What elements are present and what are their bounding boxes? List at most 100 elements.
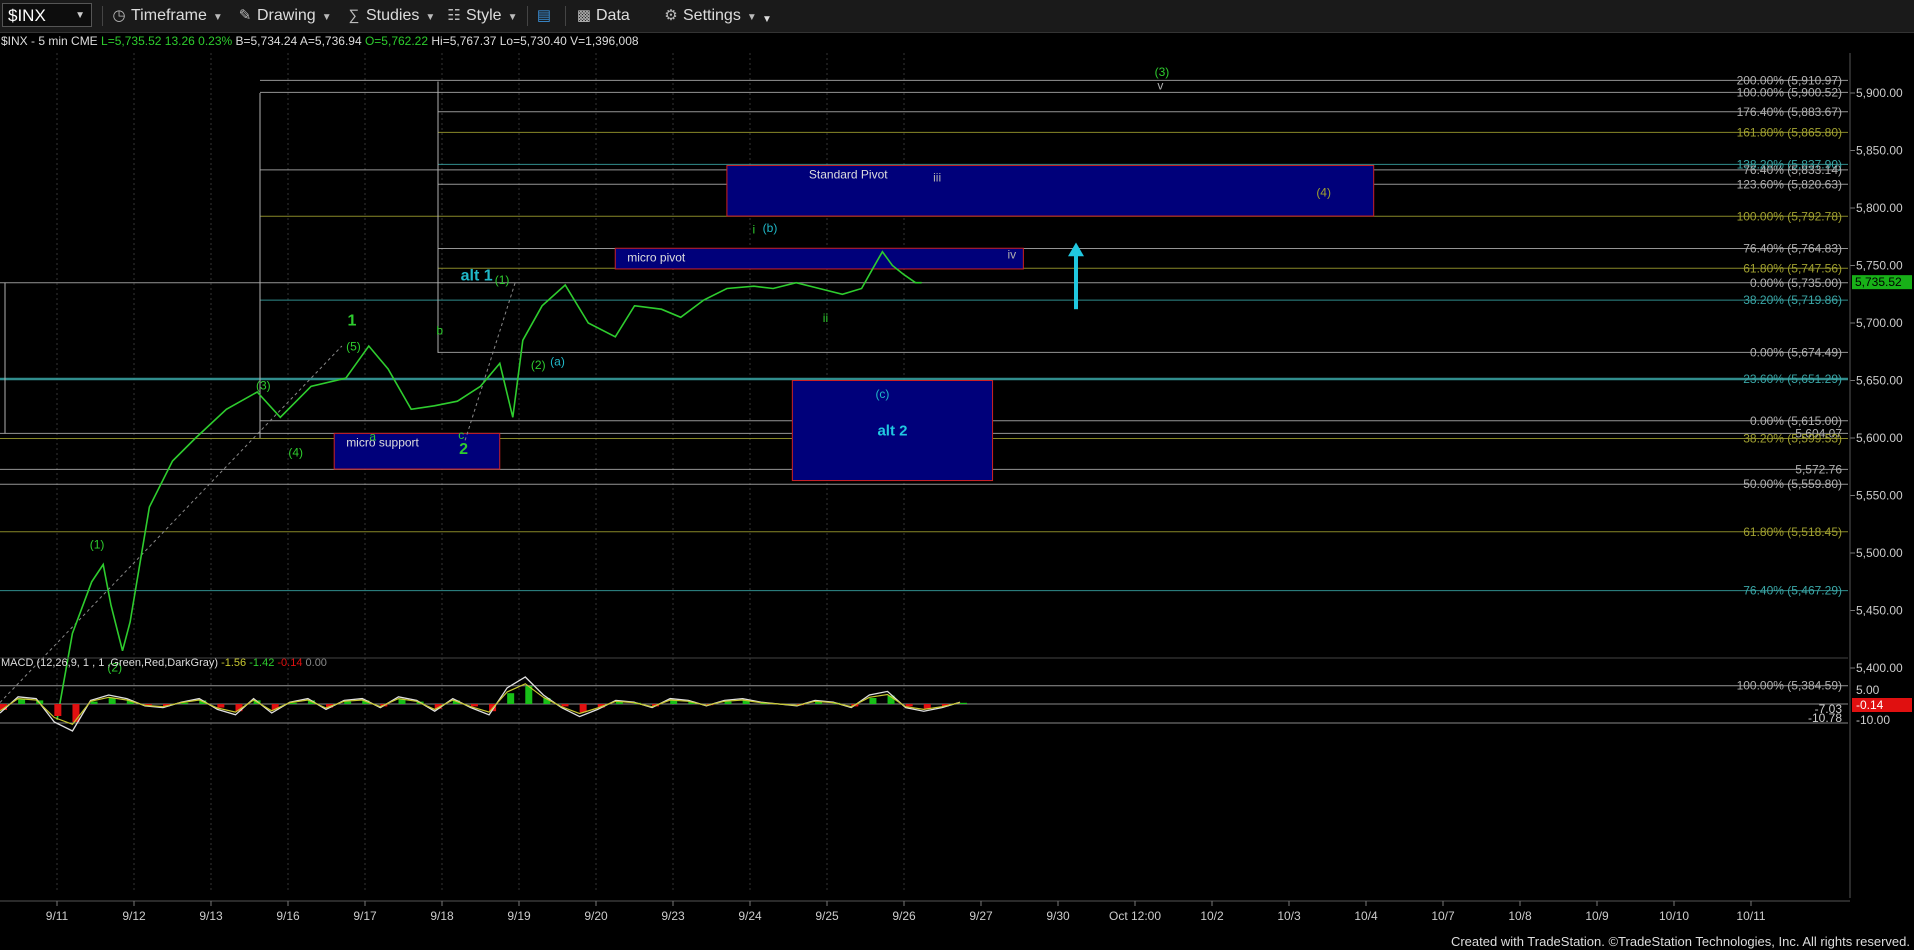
wave-label: (1) (90, 537, 105, 551)
chevron-down-icon: ▼ (321, 12, 332, 23)
symbol-input[interactable]: $INX ▼ (2, 3, 92, 27)
macd-histogram-bar (18, 699, 26, 704)
wave-label: (5) (346, 340, 361, 354)
wave-label: alt 1 (461, 267, 493, 284)
zone-micro-support: micro support (333, 432, 501, 470)
data-label: Data (596, 7, 630, 24)
header-field: B=5,734.24 (236, 34, 300, 48)
bar-chart-icon: ▩ (576, 7, 592, 24)
wave-label: 1 (347, 312, 356, 329)
header-field: O=5,762.22 (365, 34, 431, 48)
macd-axis-label: -10.78 (1808, 711, 1842, 725)
wave-label: (b) (763, 221, 778, 235)
macd-histogram-bar (507, 693, 515, 704)
macd-histogram-bar (905, 704, 913, 707)
x-tick-label: 10/7 (1431, 909, 1455, 923)
x-tick-label: 9/16 (276, 909, 300, 923)
fib-level-label: 38.20% (5,599.53) (1743, 432, 1842, 446)
macd-axis-label: -10.00 (1856, 713, 1890, 727)
data-button[interactable]: ▩ Data (575, 4, 630, 28)
overflow-chevron-icon[interactable]: ▼ (762, 8, 772, 32)
fib-level-label: 0.00% (5,674.49) (1750, 345, 1842, 359)
y-tick-label: 5,600.00 (1856, 431, 1903, 445)
x-tick-label: 9/13 (199, 909, 223, 923)
x-tick-label: 10/4 (1354, 909, 1378, 923)
macd-histogram-bar (724, 701, 732, 704)
wave-label: (1) (495, 273, 510, 287)
wave-label: iv (1007, 248, 1016, 262)
x-tick-label: 9/23 (661, 909, 685, 923)
toolbar: $INX ▼ ◷ Timeframe ▼ ✎ Drawing ▼ ∑ Studies ▼ ☷ S… (0, 0, 1914, 33)
style-label: Style (466, 7, 502, 24)
trendline (0, 345, 343, 703)
macd-histogram-bar (108, 698, 116, 704)
x-tick-label: 9/12 (122, 909, 146, 923)
drawing-button[interactable]: ✎ Drawing ▼ (236, 4, 332, 28)
fib-level-label: 50.00% (5,559.80) (1743, 477, 1842, 491)
wave-label: (4) (1316, 186, 1331, 200)
wave-label: (a) (550, 355, 565, 369)
macd-histogram-bar (54, 704, 62, 716)
x-tick-label: 9/11 (46, 909, 69, 923)
header-field: Hi=5,767.37 (431, 34, 499, 48)
wave-label: (2) (531, 358, 546, 372)
price-header: $INX - 5 min CME L=5,735.52 13.26 0.23% … (1, 34, 639, 48)
pencil-icon: ✎ (238, 7, 252, 24)
price-chart[interactable]: $INX - 5 min CME L=5,735.52 13.26 0.23% … (0, 33, 1914, 930)
macd-histogram-bar (561, 704, 569, 707)
wave-label: (c) (875, 387, 889, 401)
zone-micro-pivot: micro pivot (614, 247, 1024, 270)
fib-level-label: 161.80% (5,865.80) (1737, 125, 1842, 139)
fib-level-label: 61.80% (5,747.56) (1743, 261, 1842, 275)
timeframe-button[interactable]: ◷ Timeframe ▼ (110, 4, 222, 28)
chevron-down-icon: ▼ (507, 12, 518, 23)
macd-histogram-bar (90, 701, 98, 704)
y-tick-label: 5,500.00 (1856, 546, 1903, 560)
x-tick-label: Oct 12:00 (1109, 909, 1161, 923)
header-field: CME (68, 34, 101, 48)
toolbar-divider (102, 6, 103, 26)
studies-button[interactable]: ∑ Studies ▼ (345, 4, 436, 28)
y-tick-label: 5,900.00 (1856, 86, 1903, 100)
macd-header-field: -1.42 (249, 657, 277, 669)
fib-level-label: 5,572.76 (1795, 462, 1842, 476)
header-field: L=5,735.52 (101, 34, 165, 48)
wave-label: (4) (288, 445, 303, 459)
fib-level-label: 100.00% (5,792.78) (1737, 209, 1842, 223)
y-tick-label: 5,700.00 (1856, 316, 1903, 330)
toolbar-divider (565, 6, 566, 26)
header-field: Lo=5,730.40 (500, 34, 570, 48)
zone-standard-pivot: Standard Pivot (726, 164, 1375, 217)
chevron-down-icon: ▼ (746, 12, 757, 23)
style-button[interactable]: ☷ Style ▼ (445, 4, 517, 28)
fib-level-label: 100.00% (5,900.52) (1737, 85, 1842, 99)
x-tick-label: 10/10 (1659, 909, 1689, 923)
x-tick-label: 10/8 (1508, 909, 1532, 923)
y-tick-label: 5,850.00 (1856, 144, 1903, 158)
settings-button[interactable]: ⚙ Settings ▼ (662, 4, 757, 28)
symbol-text: $INX (8, 6, 46, 25)
zone-label: micro support (346, 435, 419, 449)
fib-level-label: 38.20% (5,719.86) (1743, 293, 1842, 307)
macd-header-field: -1.56 (221, 657, 249, 669)
macd-axis-label: 5.00 (1856, 683, 1880, 697)
panels-button[interactable]: ▤ (535, 4, 556, 28)
chevron-down-icon[interactable]: ▼ (75, 4, 85, 28)
wave-label: (3) (1155, 65, 1170, 79)
zone-alt-2: alt 2 (791, 380, 994, 482)
x-tick-label: 9/27 (969, 909, 993, 923)
studies-label: Studies (366, 7, 420, 24)
macd-histogram-bar (960, 702, 967, 704)
wave-label: 2 (459, 441, 468, 458)
header-field: A=5,736.94 (300, 34, 365, 48)
fib-level-label: 61.80% (5,518.45) (1743, 525, 1842, 539)
x-tick-label: 9/26 (892, 909, 916, 923)
studies-icon: ∑ (348, 7, 360, 24)
x-tick-label: 9/25 (815, 909, 839, 923)
fib-level-label: 23.60% (5,651.29) (1743, 372, 1842, 386)
wave-label: v (1157, 79, 1163, 93)
up-arrow-icon (1068, 242, 1084, 257)
settings-label: Settings (683, 7, 741, 24)
macd-histogram-bar (217, 704, 225, 708)
wave-label: a (369, 429, 376, 443)
